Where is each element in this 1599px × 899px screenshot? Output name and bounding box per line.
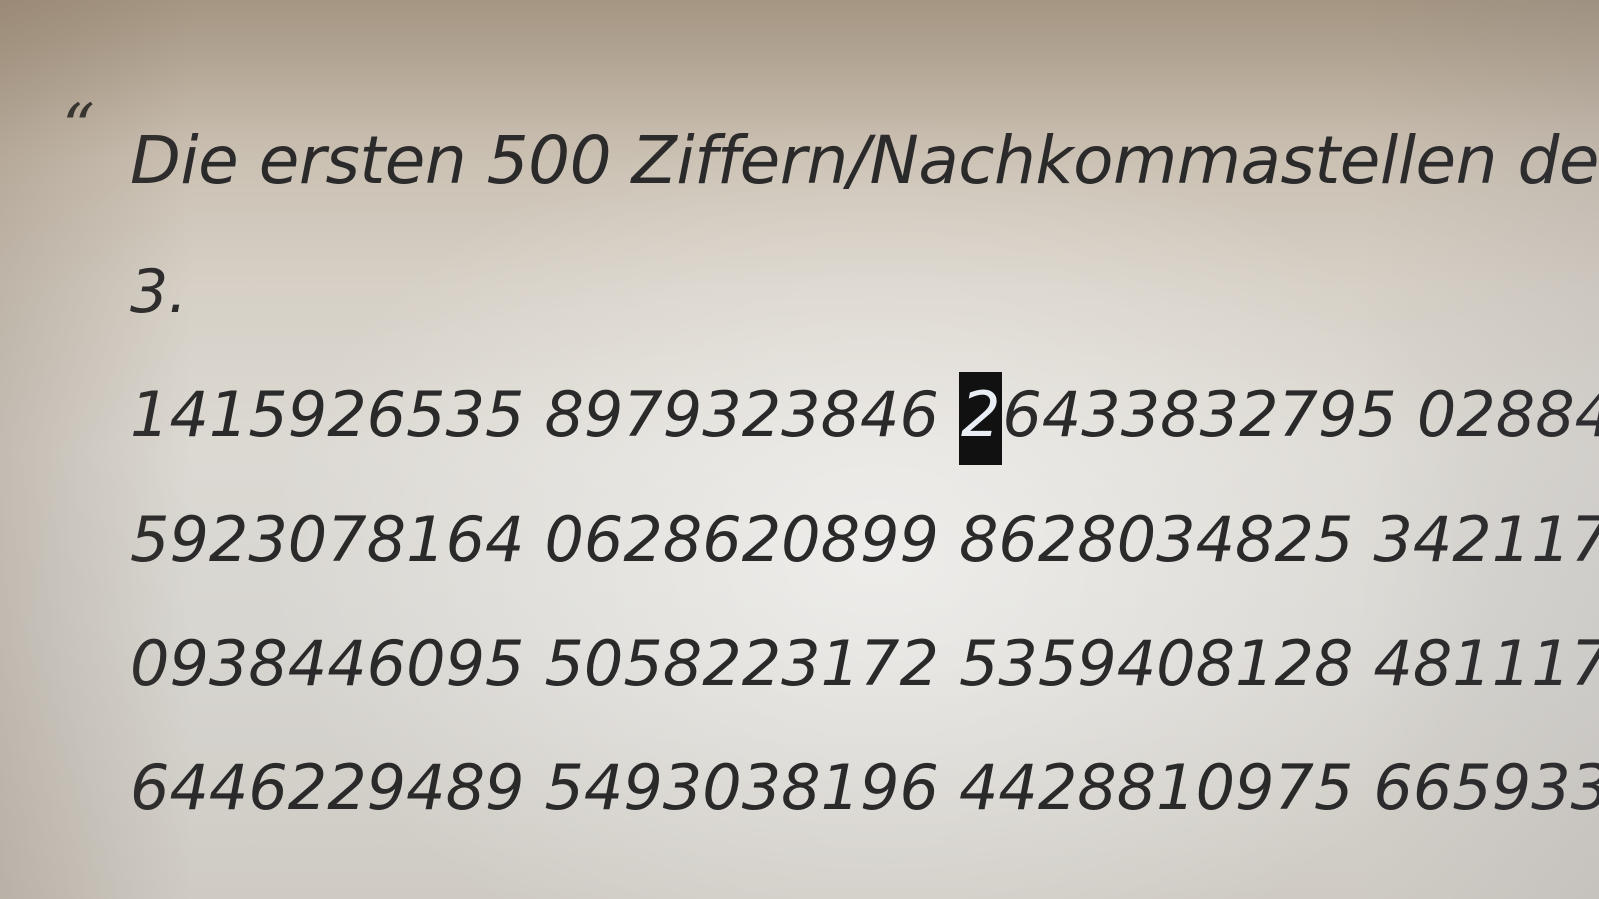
blockquote-mark: “ bbox=[62, 91, 95, 165]
digit-group: 5493038196 bbox=[544, 751, 939, 824]
digit-group: 8628034825 bbox=[958, 503, 1354, 576]
digit-group: 5923078164 bbox=[130, 503, 525, 576]
digit-group-rest: 6433832795 bbox=[1002, 378, 1397, 451]
digit-row-2[interactable]: 5923078164 0628620899 8628034825 3421170… bbox=[130, 509, 1599, 571]
digit-group: 3421170679 bbox=[1373, 503, 1599, 576]
digit-group: 5058223172 bbox=[544, 627, 939, 700]
digit-group: 0938446095 bbox=[130, 627, 525, 700]
quote-heading[interactable]: Die ersten 500 Ziffern/Nachkommastellen … bbox=[130, 128, 1599, 194]
pi-integer-part[interactable]: 3. bbox=[130, 262, 187, 322]
document-view: “ Die ersten 500 Ziffern/Nachkommastelle… bbox=[0, 0, 1599, 899]
digit-group: 1415926535 bbox=[130, 378, 525, 451]
digit-group-with-selection: 26433832795 bbox=[958, 372, 1397, 465]
digit-row-4[interactable]: 6446229489 5493038196 4428810975 6659334… bbox=[130, 757, 1599, 819]
digit-group: 6659334461 bbox=[1373, 751, 1599, 824]
digit-group: 8979323846 bbox=[544, 378, 939, 451]
digit-row-1[interactable]: 1415926535 8979323846 26433832795 028841… bbox=[130, 372, 1599, 465]
digit-group: 0288419 bbox=[1416, 378, 1599, 451]
digit-row-3[interactable]: 0938446095 5058223172 5359408128 4811174… bbox=[130, 633, 1599, 695]
digit-group: 6446229489 bbox=[130, 751, 525, 824]
digit-group: 4428810975 bbox=[958, 751, 1354, 824]
digit-group: 0628620899 bbox=[544, 503, 939, 576]
text-selection-highlight[interactable]: 2 bbox=[958, 372, 1003, 465]
digit-group: 5359408128 bbox=[958, 627, 1354, 700]
digit-group: 4811174502 bbox=[1373, 627, 1599, 700]
